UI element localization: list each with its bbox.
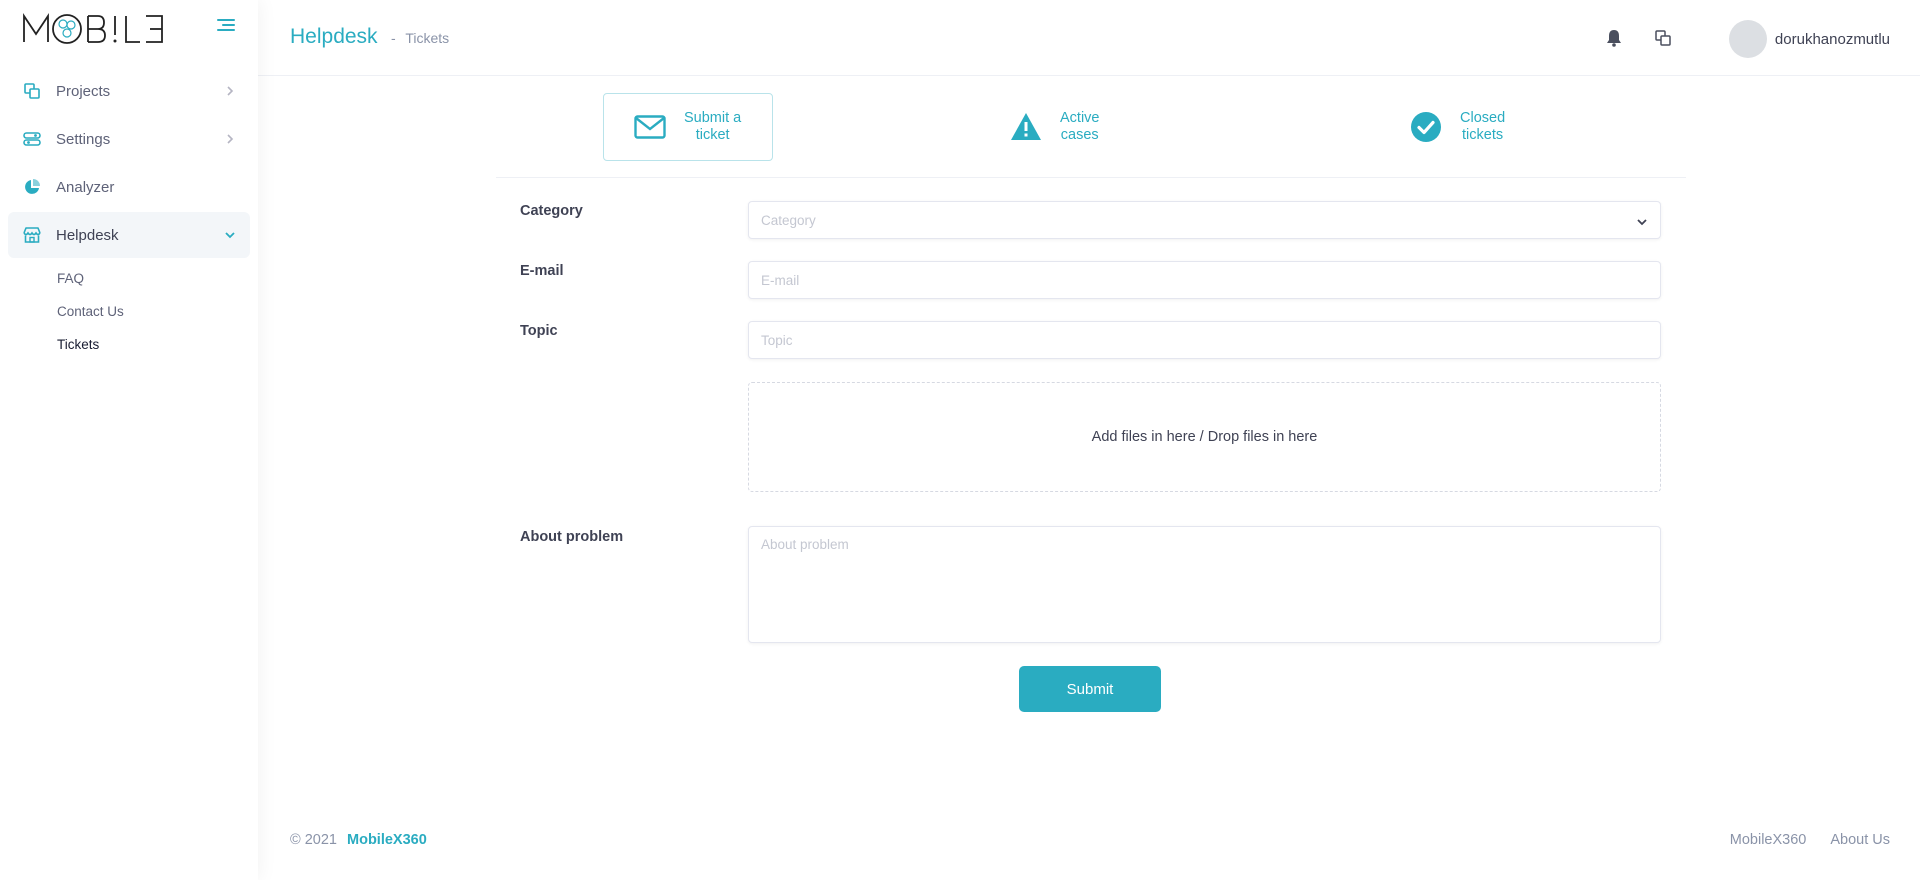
sidebar-item-label: Projects bbox=[56, 82, 111, 100]
user-menu[interactable]: dorukhanozmutlu bbox=[1728, 20, 1890, 58]
sidebar-item-settings[interactable]: Settings bbox=[8, 116, 250, 162]
tab-label: Closed tickets bbox=[1460, 110, 1506, 143]
breadcrumb-separator: - bbox=[391, 30, 396, 46]
check-circle-icon bbox=[1406, 107, 1446, 147]
copyright-text: © 2021 bbox=[290, 832, 337, 848]
helpdesk-icon bbox=[22, 225, 42, 245]
layers-icon bbox=[1655, 30, 1671, 46]
sidebar-item-helpdesk[interactable]: Helpdesk bbox=[8, 212, 250, 258]
sidebar-item-label: Helpdesk bbox=[56, 226, 119, 244]
chevron-right-icon bbox=[224, 85, 236, 97]
header: Helpdesk - Tickets dorukhanozmutlu bbox=[258, 0, 1920, 76]
tab-active-cases[interactable]: Active cases bbox=[1006, 93, 1156, 161]
category-label: Category bbox=[520, 203, 583, 219]
about-problem-label: About problem bbox=[520, 529, 624, 545]
tab-label: Submit a ticket bbox=[684, 110, 742, 143]
breadcrumb-item-tickets[interactable]: Tickets bbox=[405, 30, 449, 46]
sidebar-item-label: Analyzer bbox=[56, 178, 115, 196]
footer-link-about-us[interactable]: About Us bbox=[1830, 832, 1890, 848]
helpdesk-submenu: FAQ Contact Us Tickets bbox=[0, 262, 258, 361]
bell-icon bbox=[1607, 30, 1621, 47]
tab-closed-tickets[interactable]: Closed tickets bbox=[1406, 93, 1556, 161]
file-dropzone[interactable]: Add files in here / Drop files in here bbox=[748, 382, 1661, 492]
projects-icon bbox=[22, 81, 42, 101]
tab-submit-ticket[interactable]: Submit a ticket bbox=[603, 93, 773, 161]
sidebar-item-analyzer[interactable]: Analyzer bbox=[8, 164, 250, 210]
menu-toggle-icon bbox=[217, 19, 235, 31]
footer-links: MobileX360 About Us bbox=[1706, 832, 1890, 848]
warning-icon bbox=[1006, 107, 1046, 147]
email-label: E-mail bbox=[520, 263, 564, 279]
submenu-item-contact-us[interactable]: Contact Us bbox=[0, 295, 258, 328]
submenu-item-faq[interactable]: FAQ bbox=[0, 262, 258, 295]
submenu-item-tickets[interactable]: Tickets bbox=[0, 328, 258, 361]
chevron-down-icon bbox=[1636, 215, 1648, 227]
submit-button[interactable]: Submit bbox=[1019, 666, 1161, 712]
tab-label: Active cases bbox=[1060, 110, 1100, 143]
logo-image bbox=[23, 13, 163, 44]
sidebar-menu: Projects Settings Analyzer Helpdesk FAQ … bbox=[0, 68, 258, 361]
sidebar-toggle-button[interactable] bbox=[214, 14, 238, 36]
about-problem-field[interactable] bbox=[748, 526, 1661, 643]
sidebar-item-label: Settings bbox=[56, 130, 111, 148]
page-title: Helpdesk bbox=[290, 25, 378, 48]
chevron-right-icon bbox=[224, 133, 236, 145]
chevron-down-icon bbox=[224, 229, 236, 241]
brand-logo[interactable] bbox=[22, 12, 172, 48]
pie-chart-icon bbox=[22, 177, 42, 197]
avatar bbox=[1728, 20, 1767, 58]
email-field[interactable] bbox=[748, 261, 1661, 299]
topic-label: Topic bbox=[520, 323, 558, 339]
category-dropdown[interactable]: Category bbox=[748, 201, 1661, 239]
envelope-icon bbox=[630, 107, 670, 147]
ticket-tabs: Submit a ticket Active cases Closed tickets bbox=[496, 76, 1686, 178]
topic-field[interactable] bbox=[748, 321, 1661, 359]
category-select[interactable]: Category bbox=[748, 201, 1661, 239]
settings-icon bbox=[22, 129, 42, 149]
sidebar: Projects Settings Analyzer Helpdesk FAQ … bbox=[0, 0, 258, 880]
sidebar-item-projects[interactable]: Projects bbox=[8, 68, 250, 114]
apps-button[interactable] bbox=[1651, 26, 1675, 50]
footer-brand-link[interactable]: MobileX360 bbox=[347, 832, 427, 848]
category-placeholder: Category bbox=[761, 213, 816, 228]
breadcrumb: - Tickets bbox=[391, 30, 449, 46]
main-content: Submit a ticket Active cases Closed tickets… bbox=[258, 76, 1920, 796]
notifications-button[interactable] bbox=[1602, 26, 1626, 50]
username: dorukhanozmutlu bbox=[1774, 30, 1890, 48]
dropzone-text: Add files in here / Drop files in here bbox=[1091, 429, 1318, 445]
footer: © 2021 MobileX360 MobileX360 About Us bbox=[258, 820, 1920, 860]
footer-link-mobilex360[interactable]: MobileX360 bbox=[1730, 832, 1807, 848]
copyright: © 2021 MobileX360 bbox=[290, 832, 427, 848]
